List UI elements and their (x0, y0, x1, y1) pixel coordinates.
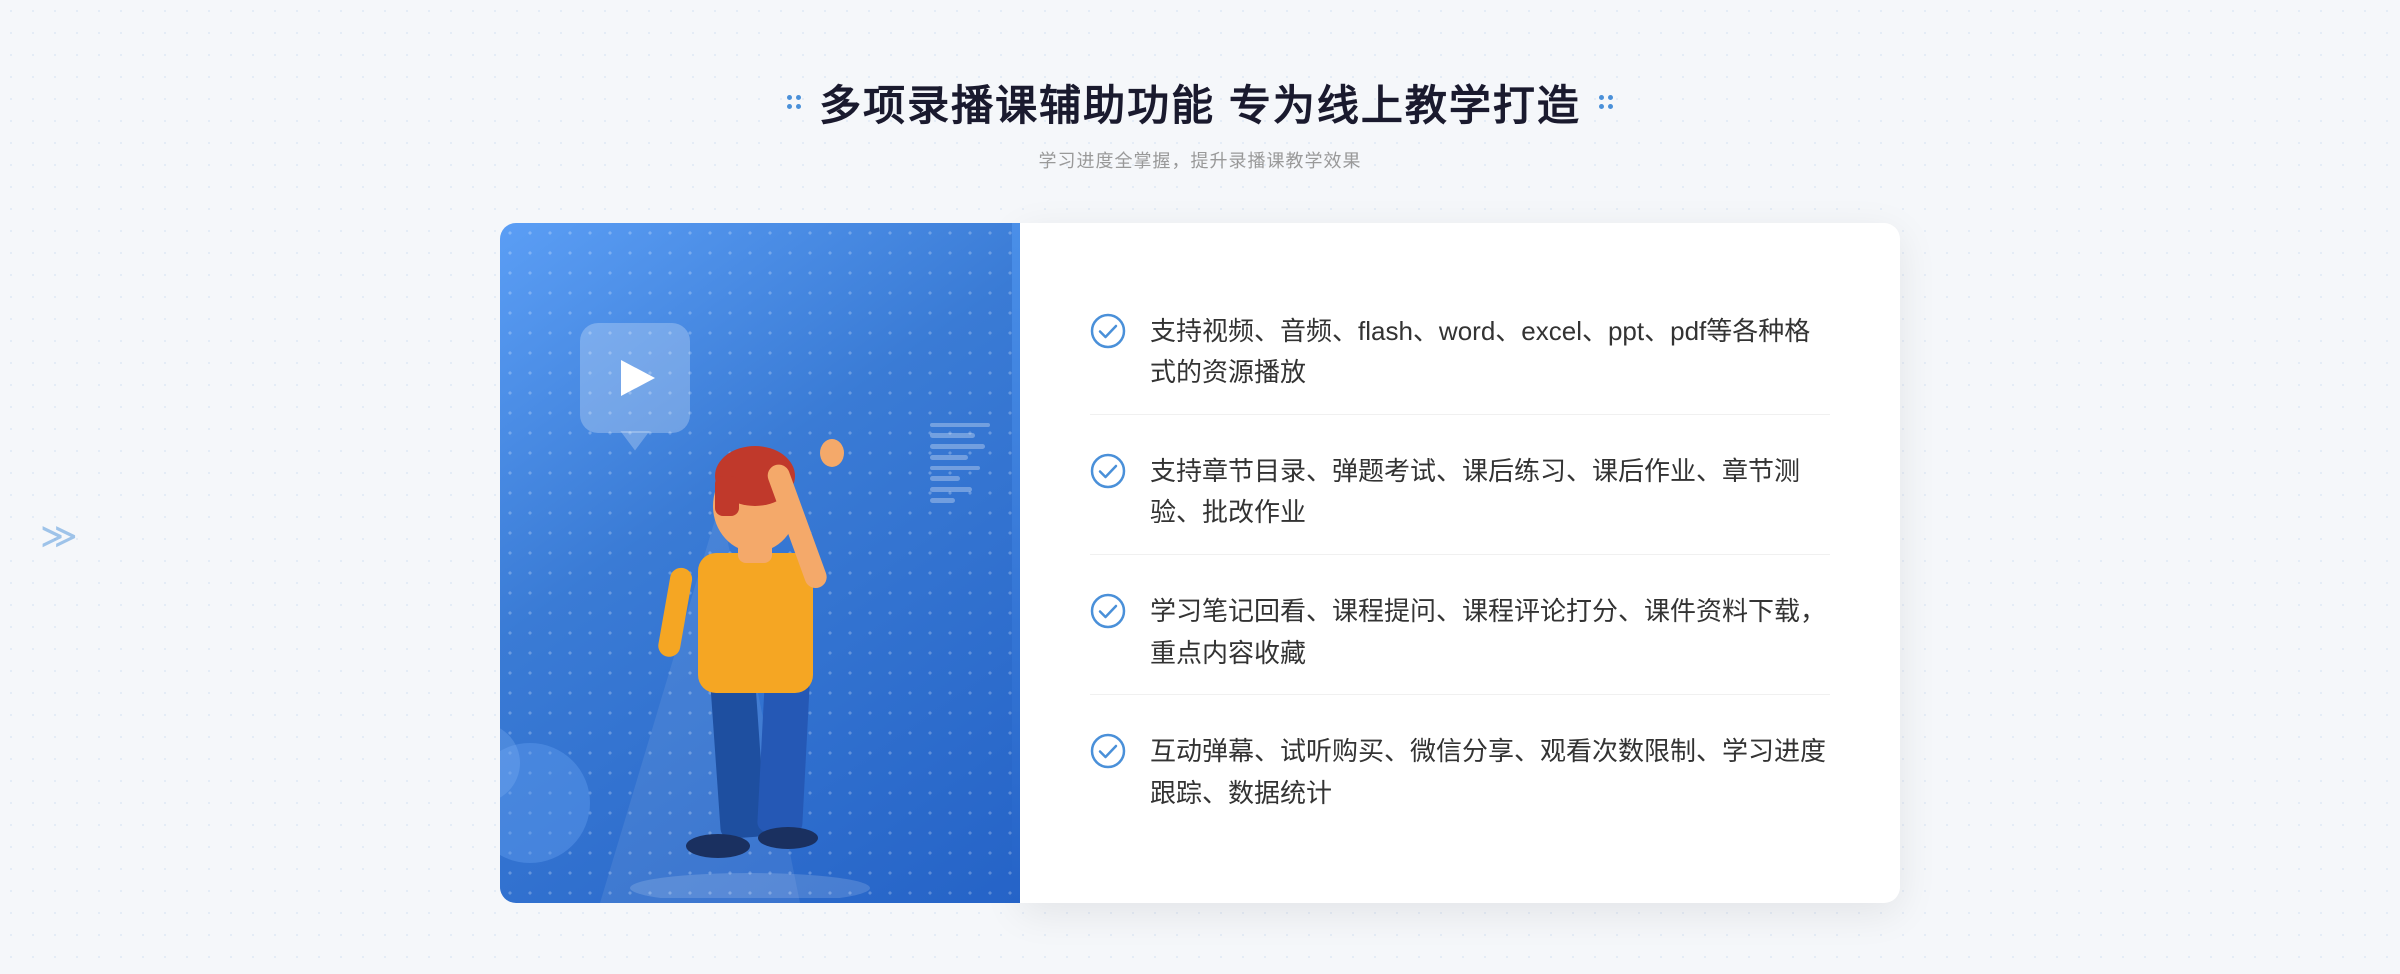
main-title: 多项录播课辅助功能 专为线上教学打造 (819, 72, 1581, 133)
feature-item-4: 互动弹幕、试听购买、微信分享、观看次数限制、学习进度跟踪、数据统计 (1090, 711, 1830, 834)
feature-text-2: 支持章节目录、弹题考试、课后练习、课后作业、章节测验、批改作业 (1150, 451, 1830, 534)
page-wrapper: 多项录播课辅助功能 专为线上教学打造 学习进度全掌握，提升录播课教学效果 (0, 0, 2400, 974)
decorative-double-arrows-left: ≫ (40, 515, 78, 557)
feature-item-1: 支持视频、音频、flash、word、excel、ppt、pdf等各种格式的资源… (1090, 291, 1830, 415)
person-figure (600, 383, 920, 903)
subtitle: 学习进度全掌握，提升录播课教学效果 (787, 147, 1613, 173)
feature-text-1: 支持视频、音频、flash、word、excel、ppt、pdf等各种格式的资源… (1150, 311, 1830, 394)
feature-item-3: 学习笔记回看、课程提问、课程评论打分、课件资料下载，重点内容收藏 (1090, 571, 1830, 695)
check-icon-3 (1090, 593, 1126, 629)
check-icon-4 (1090, 733, 1126, 769)
feature-text-3: 学习笔记回看、课程提问、课程评论打分、课件资料下载，重点内容收藏 (1150, 591, 1830, 674)
blue-accent-strip (1012, 223, 1020, 903)
check-icon-2 (1090, 453, 1126, 489)
decorative-dots-right (1599, 95, 1613, 109)
title-row: 多项录播课辅助功能 专为线上教学打造 (787, 72, 1613, 133)
feature-text-4: 互动弹幕、试听购买、微信分享、观看次数限制、学习进度跟踪、数据统计 (1150, 731, 1830, 814)
features-panel: 支持视频、音频、flash、word、excel、ppt、pdf等各种格式的资源… (1020, 223, 1900, 903)
person (610, 398, 910, 903)
illustration-panel (500, 223, 1020, 903)
check-icon-1 (1090, 313, 1126, 349)
deco-stripes (930, 423, 990, 503)
header-section: 多项录播课辅助功能 专为线上教学打造 学习进度全掌握，提升录播课教学效果 (787, 72, 1613, 173)
decorative-dots-left (787, 95, 801, 109)
feature-item-2: 支持章节目录、弹题考试、课后练习、课后作业、章节测验、批改作业 (1090, 431, 1830, 555)
content-area: 支持视频、音频、flash、word、excel、ppt、pdf等各种格式的资源… (500, 223, 1900, 903)
